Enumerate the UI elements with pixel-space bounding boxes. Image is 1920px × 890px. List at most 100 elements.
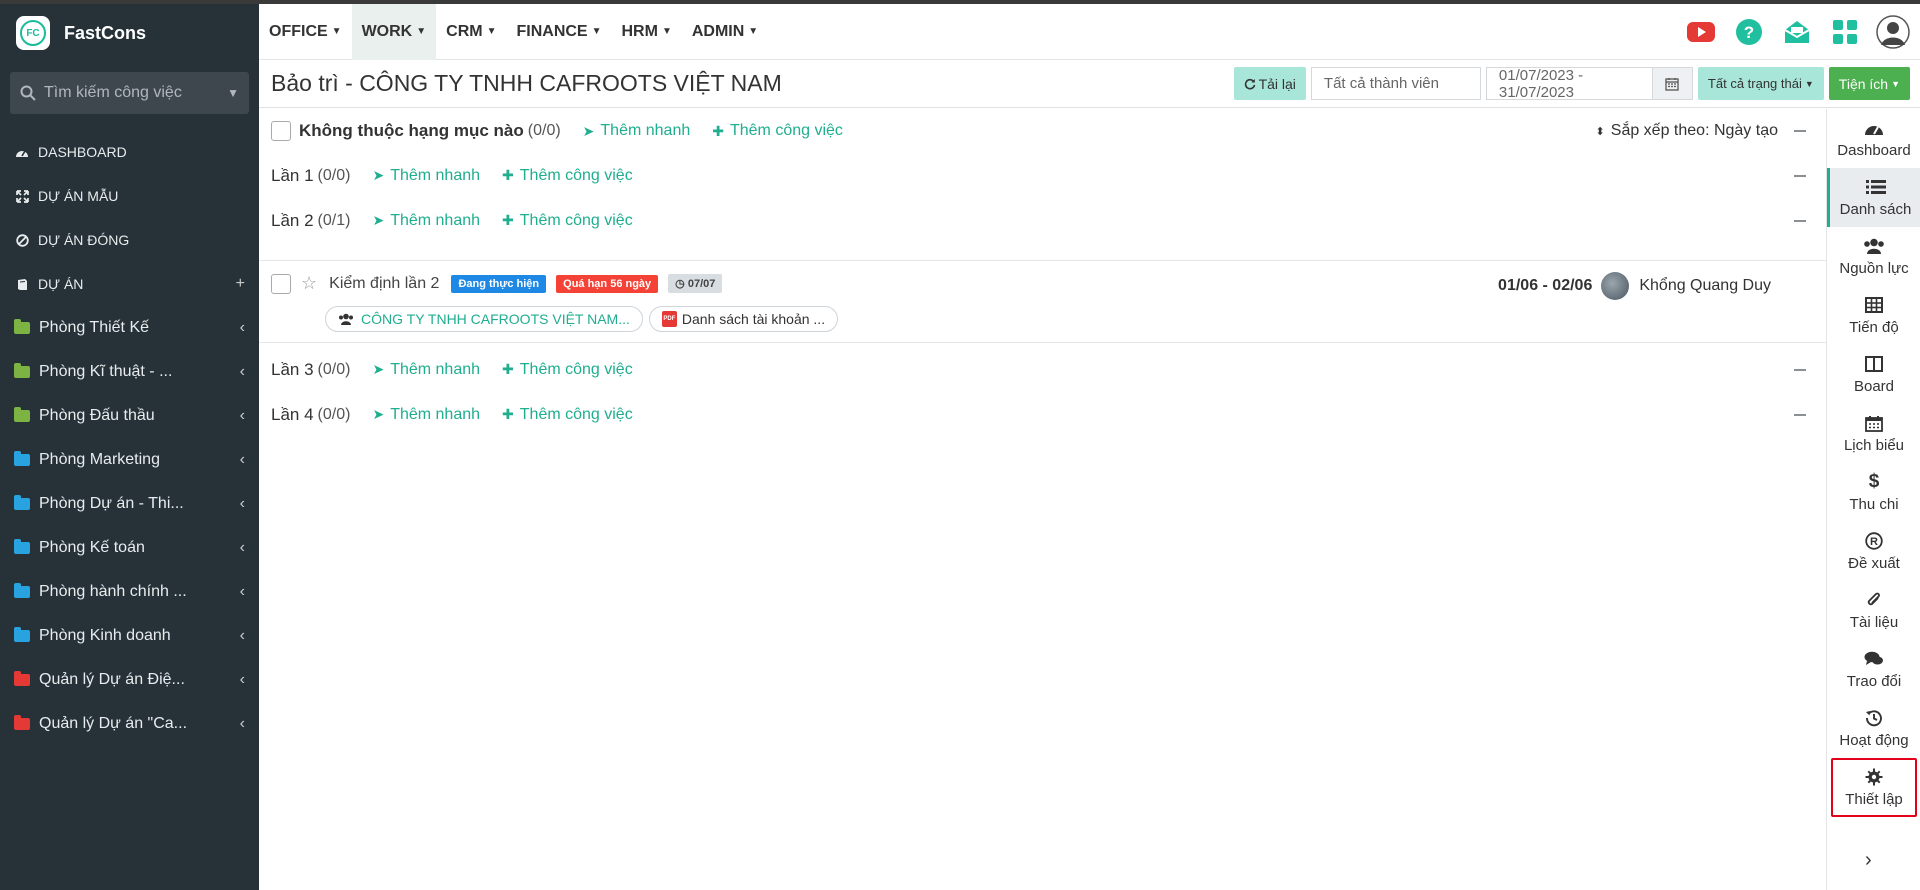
rail-item-resources[interactable]: Nguồn lực <box>1827 227 1920 286</box>
collapse-icon[interactable] <box>1794 413 1806 416</box>
chevron-left-icon[interactable]: ‹ <box>240 539 245 557</box>
add-task-link[interactable]: ✚ Thêm công việc <box>502 212 633 230</box>
sidebar-folder-item[interactable]: Phòng Kĩ thuật - ... ‹ <box>0 350 259 394</box>
quick-add-label: Thêm nhanh <box>390 166 481 184</box>
member-filter[interactable]: Tất cả thành viên <box>1310 67 1481 100</box>
rail-item-progress[interactable]: Tiến độ <box>1827 286 1920 345</box>
sidebar-folder-item[interactable]: Phòng Thiết Kế ‹ <box>0 306 259 350</box>
rail-item-documents[interactable]: Tài liệu <box>1827 581 1920 640</box>
task-row[interactable]: ☆ Kiểm định lần 2 Đang thực hiện Quá hạn… <box>259 260 1826 343</box>
quick-add-link[interactable]: ➤ Thêm nhanh <box>372 406 480 424</box>
header-controls: Tải lại Tất cả thành viên 01/07/2023 - 3… <box>1233 67 1920 101</box>
menu-crm[interactable]: CRM ▼ <box>436 4 506 60</box>
view-switcher-rail: Dashboard Danh sách Nguồn lực Tiến độ Bo… <box>1826 109 1920 890</box>
add-task-link[interactable]: ✚ Thêm công việc <box>502 361 633 379</box>
menu-finance[interactable]: FINANCE ▼ <box>506 4 611 60</box>
rail-item-activity[interactable]: Hoạt động <box>1827 699 1920 758</box>
chevron-left-icon[interactable]: ‹ <box>240 451 245 469</box>
quick-add-link[interactable]: ➤ Thêm nhanh <box>583 122 691 140</box>
collapse-icon[interactable] <box>1794 219 1806 222</box>
task-name[interactable]: Kiểm định lần 2 <box>329 275 439 293</box>
folder-icon <box>14 407 30 422</box>
chevron-left-icon[interactable]: ‹ <box>240 627 245 645</box>
menu-office[interactable]: OFFICE ▼ <box>259 4 352 60</box>
quick-add-link[interactable]: ➤ Thêm nhanh <box>372 212 480 230</box>
menu-work[interactable]: WORK ▼ <box>351 3 437 60</box>
reload-button[interactable]: Tải lại <box>1233 67 1306 100</box>
chevron-left-icon[interactable]: ‹ <box>240 715 245 733</box>
status-filter-button[interactable]: Tất cả trạng thái ▼ <box>1697 67 1824 100</box>
menu-admin[interactable]: ADMIN ▼ <box>682 4 768 60</box>
collapse-icon[interactable] <box>1794 368 1806 371</box>
rail-item-list[interactable]: Danh sách <box>1827 168 1920 227</box>
add-task-link[interactable]: ✚ Thêm công việc <box>502 406 633 424</box>
collapse-icon[interactable] <box>1794 130 1806 132</box>
sidebar-folder-item[interactable]: Phòng hành chính ... ‹ <box>0 570 259 614</box>
user-avatar-icon[interactable] <box>1876 14 1910 49</box>
paper-plane-icon: ➤ <box>372 167 385 183</box>
date-range-input[interactable]: 01/07/2023 - 31/07/2023 <box>1485 67 1653 101</box>
rail-item-finance[interactable]: $ Thu chi <box>1827 463 1920 522</box>
chevron-left-icon[interactable]: ‹ <box>240 671 245 689</box>
users-icon <box>339 313 353 325</box>
task-search-input[interactable]: Tìm kiếm công việc ▼ <box>10 72 249 114</box>
sidebar-folder-item[interactable]: Phòng Dự án - Thi... ‹ <box>0 482 259 526</box>
customer-tag[interactable]: CÔNG TY TNHH CAFROOTS VIỆT NAM... <box>325 306 643 332</box>
plus-icon: ✚ <box>502 406 514 422</box>
sidebar-folder-item[interactable]: Phòng Đấu thầu ‹ <box>0 394 259 438</box>
assignee-name[interactable]: Khổng Quang Duy <box>1639 277 1771 295</box>
attachment-tag[interactable]: PDF Danh sách tài khoản ... <box>648 306 839 332</box>
folder-icon <box>14 363 30 378</box>
group-count: (0/0) <box>317 405 351 423</box>
sort-control[interactable]: ⬍ Sắp xếp theo: Ngày tạo <box>1596 122 1778 140</box>
rail-item-calendar[interactable]: Lịch biểu <box>1827 404 1920 463</box>
quick-add-link[interactable]: ➤ Thêm nhanh <box>372 361 480 379</box>
chevron-left-icon[interactable]: ‹ <box>240 407 245 425</box>
rail-item-board[interactable]: Board <box>1827 345 1920 404</box>
apps-grid-icon[interactable] <box>1828 15 1862 49</box>
sidebar-item-template-projects[interactable]: DỰ ÁN MẪU <box>0 174 259 218</box>
caret-down-icon[interactable]: ▼ <box>227 86 239 100</box>
overdue-badge: Quá hạn 56 ngày <box>556 274 659 293</box>
sidebar: FC FastCons Tìm kiếm công việc ▼ DASHBOA… <box>0 4 259 890</box>
group-checkbox[interactable] <box>271 121 291 141</box>
task-checkbox[interactable] <box>271 273 291 294</box>
sidebar-item-projects[interactable]: DỰ ÁN + <box>0 262 259 306</box>
add-task-link[interactable]: ✚ Thêm công việc <box>712 122 843 140</box>
chevron-right-icon[interactable]: › <box>1865 849 1872 872</box>
collapse-icon[interactable] <box>1794 174 1806 177</box>
youtube-icon[interactable] <box>1684 15 1718 49</box>
chevron-left-icon[interactable]: ‹ <box>240 583 245 601</box>
sidebar-item-dashboard[interactable]: DASHBOARD <box>0 130 259 174</box>
rail-item-dashboard[interactable]: Dashboard <box>1827 109 1920 168</box>
sidebar-folder-item[interactable]: Phòng Kế toán ‹ <box>0 526 259 570</box>
sidebar-folder-item[interactable]: Quản lý Dự án Điệ... ‹ <box>0 658 259 702</box>
calendar-icon <box>1865 413 1883 433</box>
chevron-left-icon[interactable]: ‹ <box>240 495 245 513</box>
rail-item-proposals[interactable]: R Đề xuất <box>1827 522 1920 581</box>
quick-add-link[interactable]: ➤ Thêm nhanh <box>372 167 480 185</box>
rail-item-settings[interactable]: Thiết lập <box>1831 758 1917 817</box>
folder-icon <box>14 671 30 686</box>
group-name: Lần 4 <box>271 404 314 424</box>
sidebar-folder-label: Phòng Kế toán <box>39 539 145 556</box>
sidebar-item-closed-projects[interactable]: DỰ ÁN ĐÓNG <box>0 218 259 262</box>
due-date-badge: ◷ 07/07 <box>668 274 723 293</box>
menu-hrm[interactable]: HRM ▼ <box>612 4 682 60</box>
chevron-left-icon[interactable]: ‹ <box>240 363 245 381</box>
sidebar-folder-item[interactable]: Phòng Marketing ‹ <box>0 438 259 482</box>
utilities-button[interactable]: Tiện ích ▼ <box>1828 67 1910 100</box>
help-icon[interactable]: ? <box>1732 15 1766 49</box>
mail-open-icon[interactable] <box>1780 15 1814 49</box>
brand[interactable]: FC FastCons <box>0 4 259 62</box>
status-filter-label: Tất cả trạng thái <box>1707 76 1802 91</box>
sidebar-folder-item[interactable]: Quản lý Dự án "Ca... ‹ <box>0 702 259 746</box>
sidebar-folder-item[interactable]: Phòng Kinh doanh ‹ <box>0 614 259 658</box>
add-project-icon[interactable]: + <box>236 275 245 293</box>
rail-item-discussion[interactable]: Trao đổi <box>1827 640 1920 699</box>
folder-icon <box>14 495 30 510</box>
chevron-left-icon[interactable]: ‹ <box>240 319 245 337</box>
add-task-link[interactable]: ✚ Thêm công việc <box>502 167 633 185</box>
calendar-button[interactable] <box>1652 67 1693 100</box>
star-icon[interactable]: ☆ <box>301 273 317 294</box>
